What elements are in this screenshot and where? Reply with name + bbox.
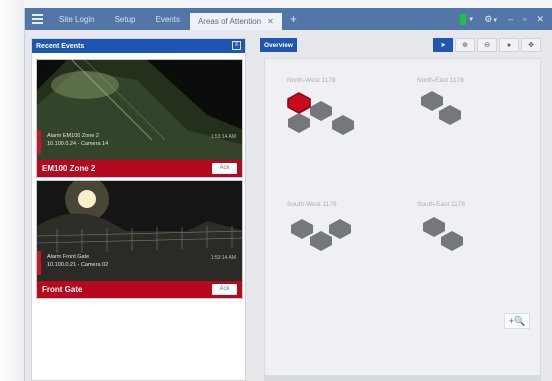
alarm-bar [37,251,41,275]
event-card[interactable]: Alarm Front Gate 10.100.0.21 - Camera 02… [36,180,243,299]
zone-hex[interactable] [291,219,313,239]
event-footer: EM100 Zone 2 Ack [37,160,242,177]
event-name: EM100 Zone 2 [42,164,96,173]
map-toolbar: ➤ ⊕ ⊖ ● ✥ [433,38,541,52]
event-title: Alarm Front Gate [47,254,90,260]
event-footer: Front Gate Ack [37,281,242,298]
zone-hex[interactable] [421,91,443,111]
tab-close-icon[interactable]: ✕ [267,17,274,26]
tab-site-login[interactable]: Site Login [49,8,105,30]
zone-map [287,91,463,251]
zoom-in-icon[interactable]: ⊕ [455,38,475,52]
zone-hex[interactable] [310,101,332,121]
event-name: Front Gate [42,285,83,294]
event-info-overlay: Alarm EM100 Zone 2 10.100.0.24 - Camera … [37,130,242,154]
minimize-button[interactable]: – [508,14,513,24]
tab-overview[interactable]: Overview [260,38,297,52]
zone-hex[interactable] [332,115,354,135]
event-source: 10.100.0.24 - Camera 14 [47,141,109,147]
close-button[interactable]: ✕ [536,14,544,25]
event-time: 1:53:14 AM [210,255,236,261]
event-title: Alarm EM100 Zone 2 [47,133,99,139]
left-margin [0,0,24,381]
event-text: Alarm Front Gate 10.100.0.21 - Camera 02 [47,253,108,269]
zone-hex[interactable] [288,113,310,133]
zone-hex-alarm[interactable] [287,92,311,114]
recent-events-header: Recent Events ≡ [32,39,245,53]
zone-hex[interactable] [439,105,461,125]
camera-feed: Alarm Front Gate 10.100.0.21 - Camera 02… [37,181,242,281]
maximize-button[interactable]: ▫ [523,14,526,24]
status-strip [264,376,541,381]
zone-hex[interactable] [310,231,332,251]
alarm-bar [37,130,41,154]
tab-label: Areas of Attention [197,17,262,26]
app-window: Site Login Setup Events Areas of Attenti… [24,8,552,381]
event-info-overlay: Alarm Front Gate 10.100.0.21 - Camera 02… [37,251,242,275]
settings-menu[interactable]: ⚙▼ [484,14,498,25]
status-indicator[interactable]: ▼ [460,13,475,25]
chevron-down-icon: ▼ [492,17,499,24]
zoom-fit-button[interactable]: +🔍 [504,313,530,329]
recent-events-panel: Recent Events ≡ Alarm EM100 Zone 2 10.10… [31,38,246,381]
event-source: 10.100.0.21 - Camera 02 [47,262,109,268]
event-text: Alarm EM100 Zone 2 10.100.0.24 - Camera … [47,132,108,148]
zone-hex[interactable] [423,217,445,237]
overview-panel: Overview ➤ ⊕ ⊖ ● ✥ North-West 1178 North… [256,38,549,381]
event-time: 1:53:14 AM [210,134,236,140]
camera-feed: Alarm EM100 Zone 2 10.100.0.24 - Camera … [37,60,242,160]
record-icon[interactable]: ● [499,38,519,52]
ack-button[interactable]: Ack [212,163,237,174]
hamburger-menu-icon[interactable] [25,8,49,30]
status-icon [460,13,467,25]
event-card[interactable]: Alarm EM100 Zone 2 10.100.0.24 - Camera … [36,59,243,178]
tab-events[interactable]: Events [146,8,190,30]
chevron-down-icon: ▼ [468,17,475,24]
pan-icon[interactable]: ✥ [521,38,541,52]
panel-menu-icon[interactable]: ≡ [232,41,241,50]
zone-hex[interactable] [441,231,463,251]
title-bar: Site Login Setup Events Areas of Attenti… [25,8,552,30]
zoom-out-icon[interactable]: ⊖ [477,38,497,52]
tab-areas-of-attention[interactable]: Areas of Attention ✕ [189,13,282,30]
zone-hex[interactable] [329,219,351,239]
title-bar-controls: ▼ ⚙▼ – ▫ ✕ [460,8,552,30]
pointer-icon[interactable]: ➤ [433,38,453,52]
ack-button[interactable]: Ack [212,284,237,295]
overview-map[interactable]: North-West 1178 North-East 1178 South-We… [264,58,541,376]
add-tab-button[interactable]: + [282,12,305,26]
panel-title: Recent Events [36,42,85,50]
tab-setup[interactable]: Setup [105,8,146,30]
